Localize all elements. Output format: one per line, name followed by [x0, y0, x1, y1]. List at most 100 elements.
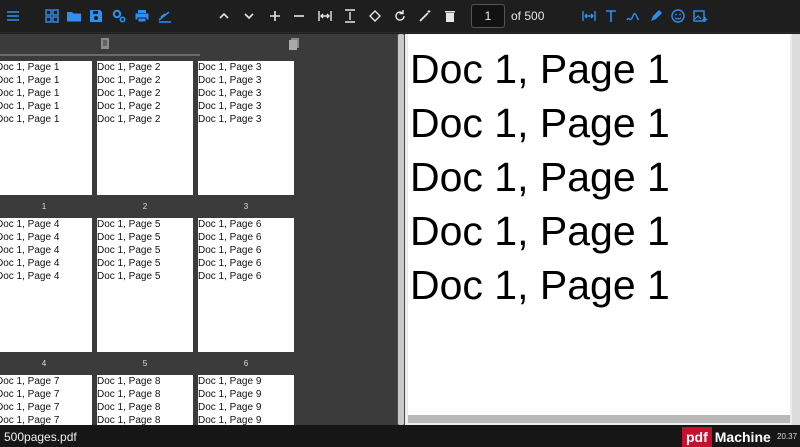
thumbnail-text-line: Doc 1, Page 6 — [198, 271, 262, 282]
page-thumbnail[interactable]: Doc 1, Page 9 Doc 1, Page 9 Doc 1, Page 9 D… — [198, 375, 294, 425]
thumbnail-text-line: Doc 1, Page 8 — [97, 415, 161, 425]
bookmarks-tab-icon[interactable] — [288, 37, 300, 50]
fit-height-icon[interactable] — [340, 6, 360, 26]
thumbnail-tabs — [0, 34, 397, 56]
page-thumbnail[interactable]: Doc 1, Page 2 Doc 1, Page 2 Doc 1, Page 2 D… — [97, 61, 193, 195]
add-image-icon[interactable] — [690, 6, 710, 26]
thumbnail-text-line: Doc 1, Page 3 — [198, 101, 262, 112]
version-label: 20.37 — [777, 432, 798, 441]
page-thumbnail[interactable]: Doc 1, Page 4 Doc 1, Page 4 Doc 1, Page 4 D… — [0, 218, 92, 352]
thumbnail-text-line: Doc 1, Page 4 — [0, 245, 60, 256]
page-thumbnail[interactable]: Doc 1, Page 8 Doc 1, Page 8 Doc 1, Page 8 D… — [97, 375, 193, 425]
folder-open-icon[interactable] — [64, 6, 84, 26]
status-bar: 500pages.pdf — [0, 425, 800, 447]
document-text-line: Doc 1, Page 1 — [410, 208, 670, 254]
page-number-input[interactable] — [471, 4, 505, 28]
fit-page-width-icon[interactable] — [579, 6, 599, 26]
thumbnail-scrollbar[interactable] — [397, 34, 405, 425]
thumbnail-page-number: 2 — [142, 202, 148, 211]
page-thumbnail[interactable]: Doc 1, Page 7 Doc 1, Page 7 Doc 1, Page 7 D… — [0, 375, 92, 425]
print-icon[interactable] — [132, 6, 152, 26]
thumbnail-text-line: Doc 1, Page 6 — [198, 245, 262, 256]
thumbnail-page-number: 3 — [243, 202, 249, 211]
thumbnail-page-number: 6 — [243, 359, 249, 368]
thumbnail-text-line: Doc 1, Page 9 — [198, 389, 262, 400]
thumbnail-text-line: Doc 1, Page 8 — [97, 376, 161, 387]
thumbnail-text-line: Doc 1, Page 4 — [0, 271, 60, 282]
stamp-icon[interactable] — [155, 6, 175, 26]
thumbnail-page-number: 1 — [41, 202, 47, 211]
page-thumbnail[interactable]: Doc 1, Page 5 Doc 1, Page 5 Doc 1, Page 5 D… — [97, 218, 193, 352]
thumbnail-text-line: Doc 1, Page 3 — [198, 75, 262, 86]
thumbnail-page-number: 4 — [41, 359, 47, 368]
thumbnail-scroll-thumb[interactable] — [398, 34, 404, 425]
thumbnail-text-line: Doc 1, Page 4 — [0, 232, 60, 243]
page-thumbnail[interactable]: Doc 1, Page 6 Doc 1, Page 6 Doc 1, Page 6 D… — [198, 218, 294, 352]
thumbnail-text-line: Doc 1, Page 7 — [0, 415, 60, 425]
main-toolbar: of 500 — [0, 0, 800, 33]
save-icon[interactable] — [86, 6, 106, 26]
rotate-left-icon[interactable] — [365, 6, 385, 26]
thumbnail-text-line: Doc 1, Page 9 — [198, 402, 262, 413]
thumbnail-text-line: Doc 1, Page 3 — [198, 114, 262, 125]
thumbnail-text-line: Doc 1, Page 5 — [97, 232, 161, 243]
chevron-up-icon[interactable] — [214, 6, 234, 26]
thumbnail-text-line: Doc 1, Page 7 — [0, 376, 60, 387]
logo-pdf-text: pdf — [682, 427, 712, 447]
document-text-line: Doc 1, Page 1 — [410, 262, 670, 308]
thumbnail-text-line: Doc 1, Page 8 — [97, 402, 161, 413]
thumbnail-panel: Doc 1, Page 1 Doc 1, Page 1 Doc 1, Page 1 D… — [0, 34, 397, 425]
thumbnail-text-line: Doc 1, Page 1 — [0, 114, 60, 125]
thumbnail-text-line: Doc 1, Page 5 — [97, 245, 161, 256]
document-viewer[interactable]: Doc 1, Page 1 Doc 1, Page 1 Doc 1, Page 1 D… — [405, 34, 800, 425]
rotate-right-icon[interactable] — [390, 6, 410, 26]
thumbnail-text-line: Doc 1, Page 2 — [97, 114, 161, 125]
thumbnail-text-line: Doc 1, Page 8 — [97, 389, 161, 400]
chevron-down-icon[interactable] — [239, 6, 259, 26]
thumbnail-text-line: Doc 1, Page 5 — [97, 258, 161, 269]
thumbnail-text-line: Doc 1, Page 2 — [97, 75, 161, 86]
thumbnail-page-number: 5 — [142, 359, 148, 368]
thumbnail-text-line: Doc 1, Page 5 — [97, 271, 161, 282]
document-text-line: Doc 1, Page 1 — [410, 100, 670, 146]
magic-wand-icon[interactable] — [415, 6, 435, 26]
pdfmachine-logo: pdf Machine — [682, 427, 771, 447]
thumbnail-text-line: Doc 1, Page 1 — [0, 101, 60, 112]
thumbnail-text-line: Doc 1, Page 4 — [0, 258, 60, 269]
zoom-out-icon[interactable] — [289, 6, 309, 26]
status-filename: 500pages.pdf — [4, 430, 77, 444]
signature-icon[interactable] — [623, 6, 643, 26]
document-page: Doc 1, Page 1 Doc 1, Page 1 Doc 1, Page 1 D… — [408, 34, 790, 415]
logo-machine-text: Machine — [714, 429, 771, 445]
grid-icon[interactable] — [42, 6, 62, 26]
delete-icon[interactable] — [440, 6, 460, 26]
text-tool-icon[interactable] — [601, 6, 621, 26]
thumbnail-text-line: Doc 1, Page 2 — [97, 101, 161, 112]
viewer-vertical-scrollbar[interactable] — [792, 34, 800, 425]
thumbnail-text-line: Doc 1, Page 9 — [198, 415, 262, 425]
thumbnail-text-line: Doc 1, Page 1 — [0, 75, 60, 86]
settings-icon[interactable] — [109, 6, 129, 26]
pages-tab-icon[interactable] — [100, 37, 110, 49]
thumbnail-text-line: Doc 1, Page 6 — [198, 258, 262, 269]
thumbnail-text-line: Doc 1, Page 6 — [198, 232, 262, 243]
thumbnail-text-line: Doc 1, Page 1 — [0, 88, 60, 99]
menu-icon[interactable] — [3, 6, 23, 26]
thumbnail-text-line: Doc 1, Page 7 — [0, 389, 60, 400]
emoji-icon[interactable] — [668, 6, 688, 26]
zoom-in-icon[interactable] — [265, 6, 285, 26]
thumbnail-text-line: Doc 1, Page 4 — [0, 219, 60, 230]
viewer-horizontal-scrollbar[interactable] — [408, 415, 790, 423]
page-thumbnail[interactable]: Doc 1, Page 3 Doc 1, Page 3 Doc 1, Page 3 D… — [198, 61, 294, 195]
pen-icon[interactable] — [646, 6, 666, 26]
fit-width-icon[interactable] — [315, 6, 335, 26]
thumbnail-text-line: Doc 1, Page 3 — [198, 62, 262, 73]
page-thumbnail[interactable]: Doc 1, Page 1 Doc 1, Page 1 Doc 1, Page 1 D… — [0, 61, 92, 195]
thumbnail-text-line: Doc 1, Page 9 — [198, 376, 262, 387]
thumbnail-text-line: Doc 1, Page 5 — [97, 219, 161, 230]
active-tab-indicator — [0, 54, 200, 56]
thumbnail-text-line: Doc 1, Page 2 — [97, 62, 161, 73]
thumbnail-text-line: Doc 1, Page 6 — [198, 219, 262, 230]
thumbnail-text-line: Doc 1, Page 1 — [0, 62, 60, 73]
page-total-label: of 500 — [511, 9, 545, 23]
